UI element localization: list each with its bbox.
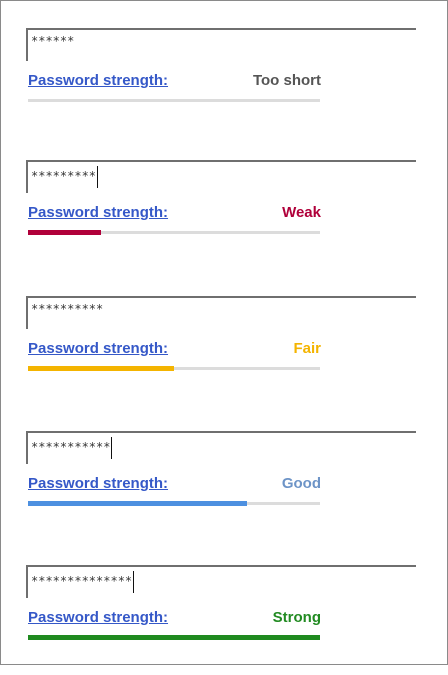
password-field[interactable]: ********* [26, 160, 416, 193]
password-strength-value: Weak [282, 204, 321, 221]
strength-meter-track [28, 501, 320, 506]
password-strength-value: Too short [252, 72, 321, 89]
password-field-value: ************** [31, 571, 135, 593]
strength-meter-fill [28, 635, 320, 640]
strength-meter-fill [28, 366, 174, 371]
password-panel-weak: ********* Password strength: Weak [26, 160, 416, 270]
password-field-value: *********** [31, 437, 113, 459]
strength-meter-fill [28, 230, 101, 235]
password-strength-link[interactable]: Password strength: [28, 475, 168, 492]
password-panel-good: *********** Password strength: Good [26, 431, 416, 541]
password-panel-fair: ********** Password strength: Fair [26, 296, 416, 406]
strength-meter-track [28, 635, 320, 640]
password-strength-examples: ****** Password strength: Too short ****… [0, 0, 448, 665]
password-panel-too-short: ****** Password strength: Too short [26, 28, 416, 138]
password-strength-link[interactable]: Password strength: [28, 72, 168, 89]
password-strength-value: Fair [293, 340, 321, 357]
password-strength-link[interactable]: Password strength: [28, 340, 168, 357]
password-strength-link[interactable]: Password strength: [28, 609, 168, 626]
text-caret [111, 437, 113, 459]
password-strength-value: Strong [272, 609, 321, 626]
strength-meter-fill [28, 501, 247, 506]
password-field[interactable]: ********** [26, 296, 416, 329]
password-field[interactable]: *********** [26, 431, 416, 464]
strength-meter-track [28, 99, 320, 102]
password-field-value: ****** [31, 34, 75, 48]
password-field[interactable]: ************** [26, 565, 416, 598]
password-panel-strong: ************** Password strength: Strong [26, 565, 416, 675]
password-field-value: ********** [31, 302, 104, 316]
strength-meter-track [28, 366, 320, 371]
password-strength-link[interactable]: Password strength: [28, 204, 168, 221]
strength-meter-track [28, 230, 320, 235]
password-field-value: ********* [31, 166, 99, 188]
text-caret [133, 571, 135, 593]
password-field[interactable]: ****** [26, 28, 416, 61]
text-caret [97, 166, 99, 188]
password-strength-value: Good [281, 475, 321, 492]
